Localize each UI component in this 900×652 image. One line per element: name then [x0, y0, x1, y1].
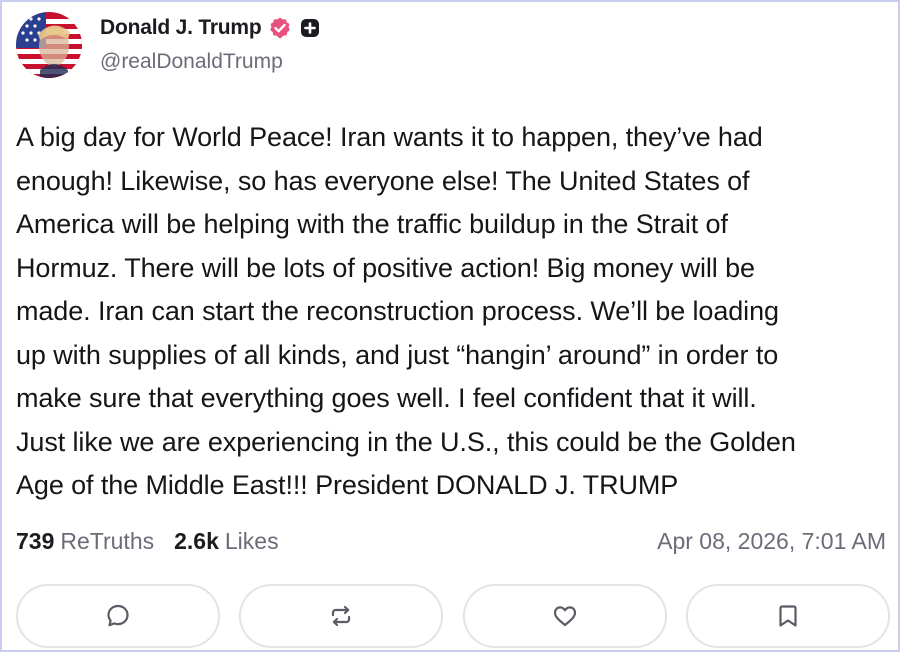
retruths-count: 739 — [16, 528, 55, 554]
post-line: make sure that everything goes well. I f… — [16, 383, 757, 413]
plus-badge-icon — [300, 18, 320, 38]
bookmark-icon — [779, 605, 797, 627]
likes-stat[interactable]: 2.6k Likes — [174, 528, 278, 555]
author-avatar[interactable] — [16, 12, 82, 78]
post-line: made. Iran can start the reconstruction … — [16, 296, 779, 326]
retruth-button[interactable] — [239, 584, 444, 648]
likes-label: Likes — [224, 528, 279, 554]
reply-button[interactable] — [16, 584, 220, 648]
post-body: A big day for World Peace! Iran wants it… — [16, 116, 896, 508]
author-name[interactable]: Donald J. Trump — [100, 16, 262, 40]
comment-icon — [107, 604, 129, 627]
action-bar — [16, 584, 890, 648]
like-button[interactable] — [462, 584, 667, 648]
post-line: up with supplies of all kinds, and just … — [16, 339, 779, 370]
bookmark-button[interactable] — [685, 584, 890, 648]
retruths-stat[interactable]: 739 ReTruths — [16, 528, 154, 555]
retruth-icon — [332, 605, 351, 627]
heart-icon — [553, 606, 576, 627]
post-line: America will be helping with the traffic… — [16, 209, 728, 239]
author-name-row: Donald J. Trump — [100, 14, 320, 42]
retruths-label: ReTruths — [60, 528, 155, 554]
post-line: Age of the Middle East!!! President DONA… — [16, 470, 679, 500]
post-stats: 739 ReTruths 2.6k Likes — [16, 528, 279, 555]
post-line: A big day for World Peace! Iran wants it… — [16, 122, 763, 152]
author-handle[interactable]: @realDonaldTrump — [100, 50, 283, 74]
post-line: Just like we are experiencing in the U.S… — [16, 426, 796, 457]
post-timestamp[interactable]: Apr 08, 2026, 7:01 AM — [657, 528, 886, 555]
post-card: Donald J. Trump @realDonaldTrump A big d… — [0, 0, 900, 652]
post-line: Hormuz. There will be lots of positive a… — [16, 252, 755, 283]
flag-portrait-avatar-icon — [16, 12, 82, 78]
verified-badge-icon — [268, 16, 292, 40]
likes-count: 2.6k — [174, 528, 219, 554]
post-line: enough! Likewise, so has everyone else! … — [16, 165, 750, 196]
